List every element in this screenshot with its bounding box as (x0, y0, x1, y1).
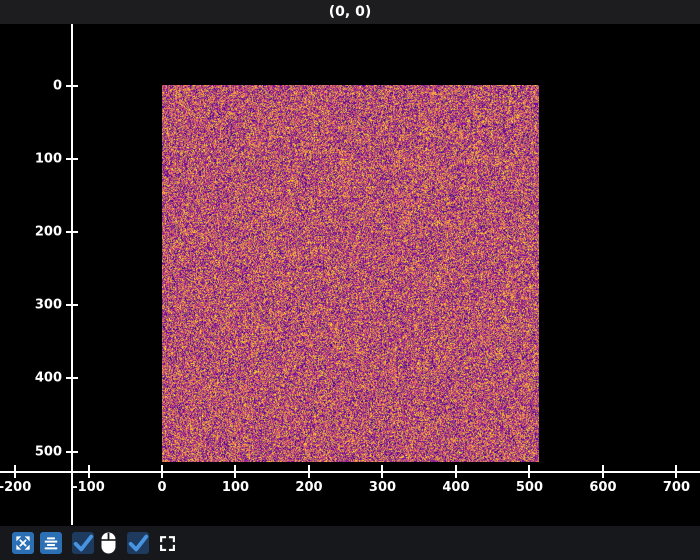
x-tick (381, 465, 383, 478)
y-tick-label: 400 (35, 371, 62, 386)
x-tick-label: 700 (663, 480, 690, 495)
x-tick-label: 300 (369, 480, 396, 495)
x-tick-label: 0 (157, 480, 166, 495)
title-bar: (0, 0) (0, 0, 700, 24)
mouse-icon[interactable] (100, 531, 117, 555)
panzoom-checkbox[interactable] (72, 532, 94, 554)
x-tick (161, 465, 163, 478)
y-tick-label: 200 (35, 224, 62, 239)
check-icon (127, 532, 149, 554)
x-tick (234, 465, 236, 478)
x-tick-label: 400 (442, 480, 469, 495)
x-tick-label: 200 (295, 480, 322, 495)
x-tick (455, 465, 457, 478)
x-tick-label: -100 (72, 480, 105, 495)
y-tick (66, 377, 78, 379)
x-tick (675, 465, 677, 478)
plot-area[interactable]: -200 -100 0 100 200 300 400 500 600 700 0 100 200 300… (0, 24, 700, 526)
y-tick (66, 451, 78, 453)
x-tick (88, 465, 90, 478)
x-tick-label: 100 (222, 480, 249, 495)
x-axis-line (0, 471, 700, 473)
toolbar (0, 526, 700, 560)
y-tick-label: 0 (53, 78, 62, 93)
noise-image[interactable] (162, 85, 539, 462)
subplot-title: (0, 0) (329, 4, 371, 20)
x-tick (308, 465, 310, 478)
y-tick (66, 304, 78, 306)
align-center-icon (42, 534, 60, 552)
x-tick (14, 465, 16, 478)
y-tick (66, 231, 78, 233)
expand-arrows-icon (14, 534, 32, 552)
auto-scale-button[interactable] (12, 532, 34, 554)
y-tick-label: 300 (35, 298, 62, 313)
plot-viewer-window: (0, 0) -200 -100 0 100 200 300 400 500 600 700 0 10… (0, 0, 700, 560)
center-scene-button[interactable] (40, 532, 62, 554)
expand-corners-icon[interactable] (158, 534, 176, 552)
maintain-aspect-checkbox[interactable] (127, 532, 149, 554)
x-tick-label: 600 (589, 480, 616, 495)
x-tick-label: 500 (516, 480, 543, 495)
y-tick-label: 100 (35, 151, 62, 166)
x-tick (528, 465, 530, 478)
check-icon (72, 532, 94, 554)
x-tick (602, 465, 604, 478)
y-tick (66, 158, 78, 160)
y-tick (66, 85, 78, 87)
y-tick-label: 500 (35, 444, 62, 459)
x-tick-label: -200 (0, 480, 31, 495)
